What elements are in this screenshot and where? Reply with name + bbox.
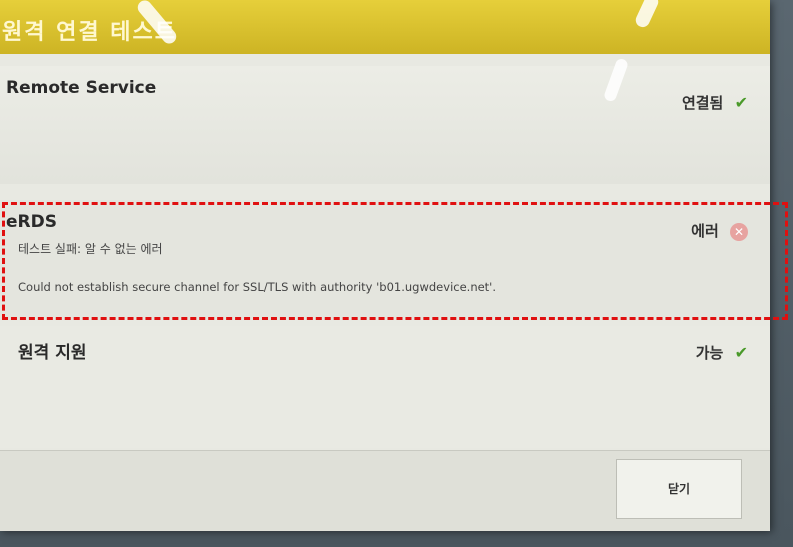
dialog-footer: 닫기 (0, 450, 770, 531)
remote-support-status-text: 가능 (695, 344, 724, 362)
check-icon: ✔ (734, 343, 748, 362)
remote-service-section: Remote Service 연결됨 ✔ (0, 66, 770, 184)
remote-service-status: 연결됨 ✔ (682, 92, 748, 113)
remote-service-title: Remote Service (6, 78, 157, 98)
monitor-screen: 원격 연결 테스트 Remote Service 연결됨 ✔ eRDS 에러 ✕… (0, 0, 793, 547)
remote-support-title: 원격 지원 (18, 343, 87, 363)
remote-service-status-text: 연결됨 (681, 94, 724, 112)
remote-support-section: 원격 지원 가능 ✔ (0, 326, 770, 448)
close-button[interactable]: 닫기 (616, 459, 742, 519)
error-highlight-box (2, 202, 788, 320)
remote-support-status: 가능 ✔ (696, 342, 748, 363)
check-icon: ✔ (734, 93, 748, 112)
